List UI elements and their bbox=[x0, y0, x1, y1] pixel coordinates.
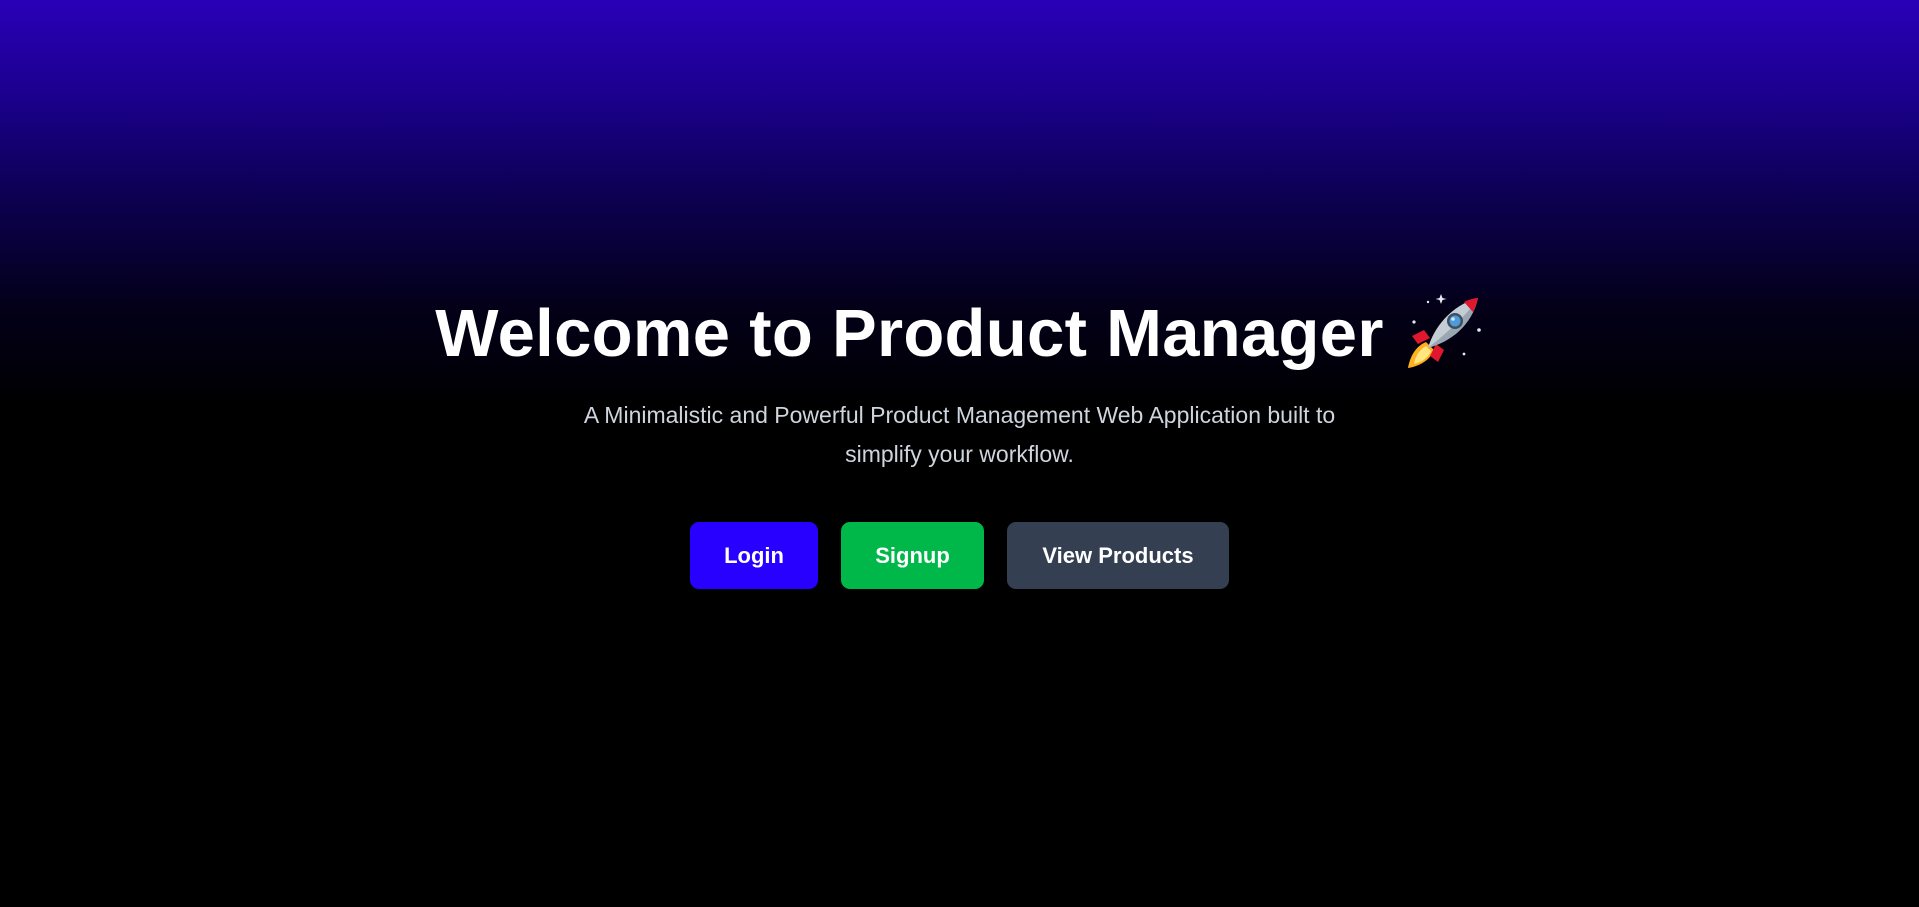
login-button[interactable]: Login bbox=[690, 522, 818, 589]
page-title-text: Welcome to Product Manager bbox=[435, 296, 1384, 371]
signup-button[interactable]: Signup bbox=[841, 522, 984, 589]
rocket-icon bbox=[1404, 292, 1484, 372]
hero-content: Welcome to Product Manager A Minimalisti… bbox=[0, 292, 1919, 589]
action-buttons: Login Signup View Products bbox=[690, 522, 1229, 589]
hero-section: Welcome to Product Manager A Minimalisti… bbox=[0, 0, 1919, 907]
hero-subtitle: A Minimalistic and Powerful Product Mana… bbox=[583, 402, 1336, 467]
view-products-button[interactable]: View Products bbox=[1007, 522, 1229, 589]
page-title: Welcome to Product Manager bbox=[435, 292, 1483, 376]
